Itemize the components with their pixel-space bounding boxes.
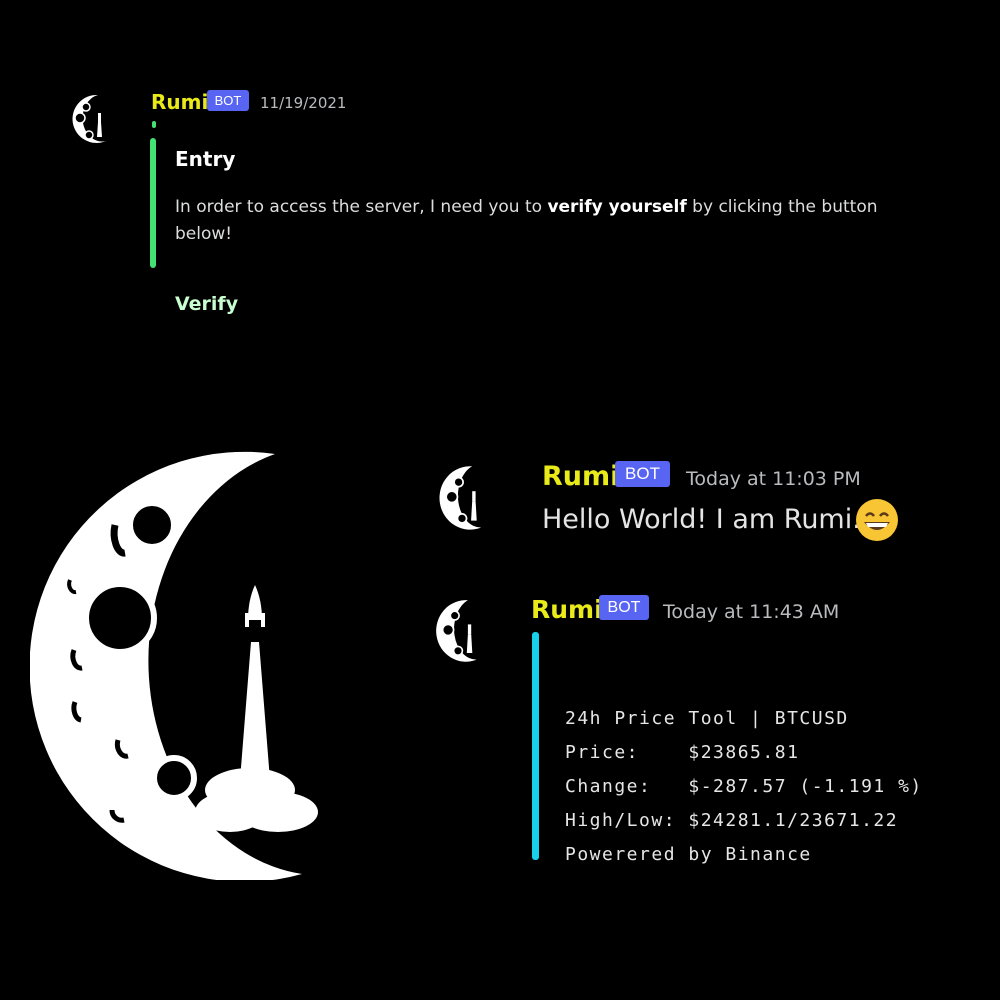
timestamp: 11/19/2021 [260,94,347,112]
change-line: Change: $-287.57 (-1.191 %) [565,776,923,797]
embed-accent-bar [150,138,156,268]
embed-text: In order to access the server, I need yo… [175,197,548,217]
embed-description: In order to access the server, I need yo… [175,194,895,248]
price-tool-header: 24h Price Tool | BTCUSD [565,708,849,729]
high-low-line: High/Low: $24281.1/23671.22 [565,810,899,831]
embed-bold-text: verify yourself [547,197,687,217]
avatar[interactable] [434,598,482,664]
bot-badge: BOT [599,595,649,620]
verify-button[interactable]: Verify [175,293,238,315]
embed-code-block: 24h Price Tool | BTCUSD Price: $23865.81 C… [565,668,923,872]
message-content: Hello World! I am Rumi. [542,504,861,535]
grinning-face-emoji [855,498,899,546]
timestamp: Today at 11:03 PM [686,468,861,490]
username[interactable]: Rumi [531,595,603,624]
crescent-moon-rocket-icon [72,94,106,143]
timestamp: Today at 11:43 AM [663,601,840,623]
bot-badge: BOT [615,461,670,487]
moon-rocket-logo [29,450,320,884]
embed-accent-bar [532,632,539,860]
crescent-moon-rocket-icon [439,466,482,530]
embed-title: Entry [175,147,236,171]
price-line: Price: $23865.81 [565,742,800,763]
username[interactable]: Rumi [542,461,619,492]
avatar[interactable] [438,464,486,532]
username[interactable]: Rumi [151,90,208,114]
avatar[interactable] [68,93,110,145]
bot-badge: BOT [207,90,249,111]
embed-accent-dot [152,121,156,128]
powered-by-line: Powerered by Binance [565,844,812,865]
crescent-moon-rocket-icon [436,600,477,662]
crescent-moon-rocket-logo [29,451,318,882]
